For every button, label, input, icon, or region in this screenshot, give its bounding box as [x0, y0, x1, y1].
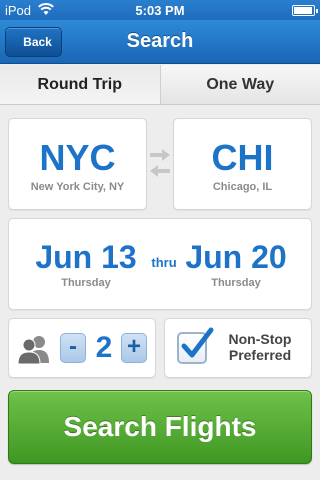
- return-day: Thursday: [211, 277, 261, 289]
- passenger-icon: [17, 336, 49, 364]
- nonstop-label: Non-Stop Preferred: [215, 331, 305, 363]
- passenger-count: 2: [95, 331, 113, 364]
- depart-date-value: Jun 13: [35, 239, 137, 275]
- status-bar: iPod 5:03 PM: [0, 0, 320, 20]
- page-title: Search: [126, 30, 194, 52]
- checkmark-icon: [181, 327, 214, 358]
- battery-icon: [292, 5, 318, 16]
- origin-name: New York City, NY: [30, 181, 125, 193]
- nonstop-checkbox[interactable]: [177, 327, 214, 364]
- swap-arrows-icon[interactable]: [148, 145, 172, 181]
- tab-one-way[interactable]: One Way: [159, 65, 320, 104]
- nonstop-label-line2: Preferred: [228, 347, 292, 363]
- passenger-card: - 2 +: [8, 318, 156, 378]
- status-time: 5:03 PM: [135, 3, 185, 18]
- depart-day: Thursday: [61, 277, 111, 289]
- tab-round-trip[interactable]: Round Trip: [0, 65, 160, 104]
- destination-name: Chicago, IL: [212, 181, 273, 193]
- search-flights-button[interactable]: Search Flights: [8, 390, 312, 464]
- nonstop-card[interactable]: Non-Stop Preferred: [164, 318, 312, 378]
- trip-type-tabs: Round Trip One Way: [0, 65, 320, 105]
- decrease-passengers-button[interactable]: -: [60, 333, 86, 363]
- origin-code: NYC: [39, 137, 116, 178]
- origin-card[interactable]: NYC New York City, NY: [8, 118, 147, 210]
- dates-card: Jun 13 Thursday thru Jun 20 Thursday: [8, 218, 312, 310]
- destination-card[interactable]: CHI Chicago, IL: [173, 118, 312, 210]
- return-date[interactable]: Jun 20 Thursday: [171, 239, 301, 289]
- nonstop-label-line1: Non-Stop: [228, 331, 292, 347]
- return-date-value: Jun 20: [185, 239, 287, 275]
- increase-passengers-button[interactable]: +: [121, 333, 147, 363]
- destination-code: CHI: [211, 137, 274, 178]
- navigation-bar: Back Search: [0, 20, 320, 64]
- depart-date[interactable]: Jun 13 Thursday: [21, 239, 151, 289]
